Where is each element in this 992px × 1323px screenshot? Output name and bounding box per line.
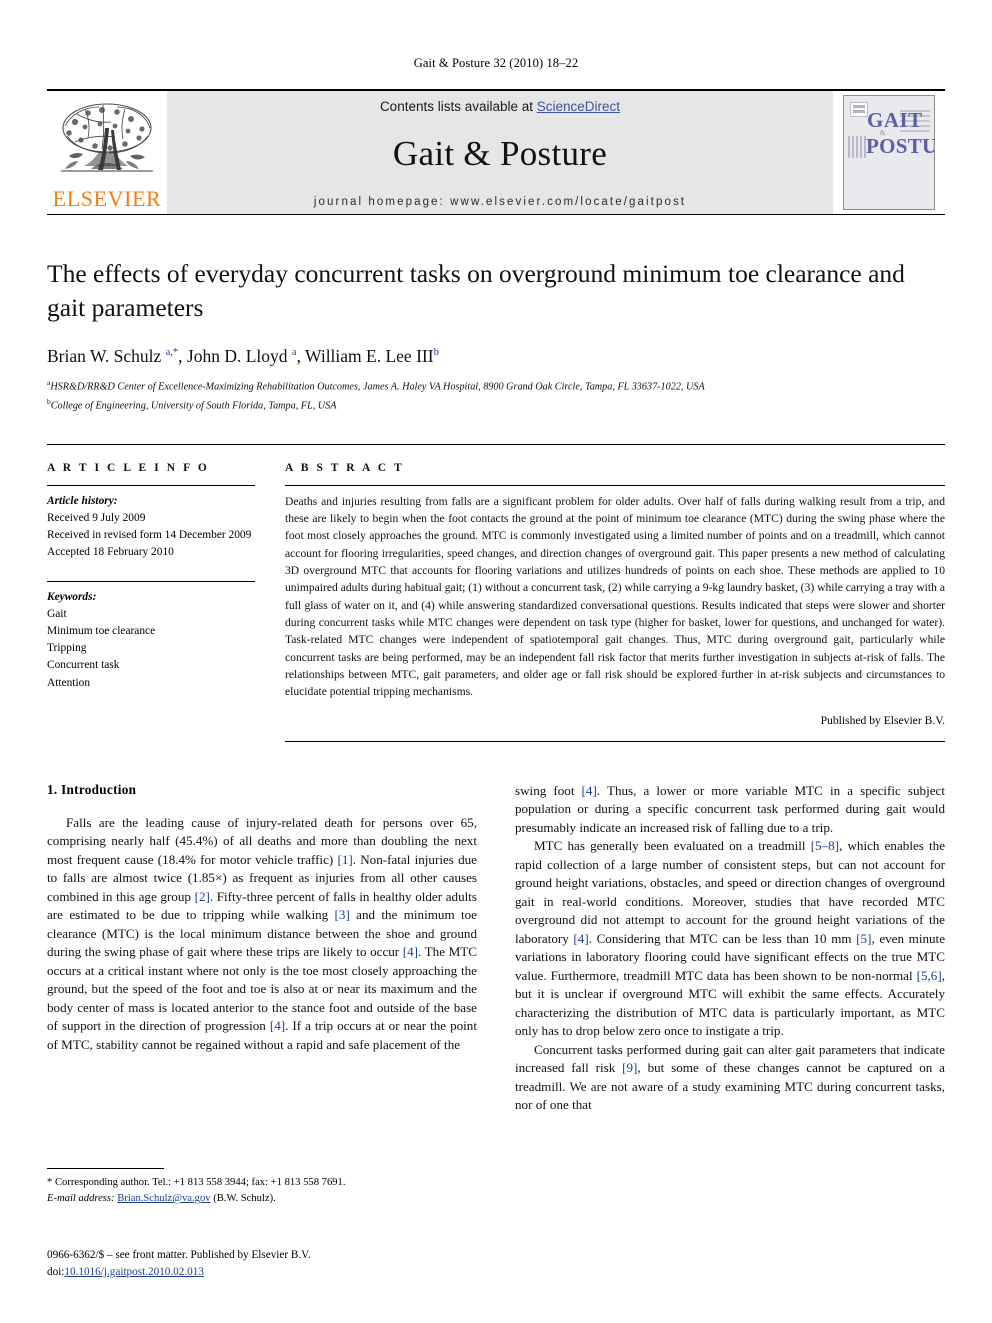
contents-prefix: Contents lists available at — [379, 98, 537, 114]
keyword-item: Attention — [47, 676, 91, 689]
intro-paragraph-2: swing foot [4]. Thus, a lower or more va… — [515, 782, 946, 835]
paper-title: The effects of everyday concurrent tasks… — [47, 259, 905, 322]
abstract-published-by: Published by Elsevier B.V. — [820, 713, 945, 727]
article-info-rule-top — [47, 484, 255, 486]
history-received: Received 9 July 2009 — [47, 511, 146, 524]
abstract-text: Deaths and injuries resulting from falls… — [285, 494, 945, 699]
article-first-page: Gait & Posture 32 (2010) 18–22 ELSEVIER … — [0, 0, 992, 1323]
info-abstract-region: A R T I C L E I N F O Article history: R… — [47, 443, 945, 742]
cover-title-posture: POSTURE — [866, 134, 935, 158]
elsevier-wordmark: ELSEVIER — [52, 186, 162, 211]
email-label: E-mail address: — [47, 1193, 115, 1205]
doi-label: doi: — [47, 1265, 65, 1278]
journal-cover-thumbnail: GAIT & POSTURE — [843, 95, 935, 210]
sciencedirect-link[interactable]: ScienceDirect — [537, 99, 620, 114]
elsevier-tree-icon — [55, 100, 159, 188]
author-list: Brian W. Schulz a,*, John D. Lloyd a, Wi… — [47, 345, 439, 366]
affiliation-a-text: HSR&D/RR&D Center of Excellence-Maximizi… — [50, 381, 705, 393]
corresponding-author-note: * Corresponding author. Tel.: +1 813 558… — [47, 1177, 346, 1188]
intro-paragraph-4: Concurrent tasks performed during gait c… — [515, 1041, 945, 1113]
affiliation-b: bCollege of Engineering, University of S… — [47, 396, 945, 414]
keyword-item: Gait — [47, 608, 67, 621]
body-column-left: 1. Introduction Falls are the leading ca… — [47, 782, 477, 1115]
cover-elsevier-icon — [850, 102, 868, 117]
doi-link[interactable]: 10.1016/j.gaitpost.2010.02.013 — [64, 1266, 204, 1278]
article-info-column: A R T I C L E I N F O Article history: R… — [47, 462, 285, 742]
affiliation-a: aHSR&D/RR&D Center of Excellence-Maximiz… — [47, 377, 945, 395]
journal-masthead: ELSEVIER Contents lists available at Sci… — [47, 89, 945, 215]
running-head: Gait & Posture 32 (2010) 18–22 — [413, 56, 579, 70]
cover-decorative-bars-left — [848, 136, 866, 158]
article-info-heading: A R T I C L E I N F O — [47, 461, 210, 474]
affiliation-b-text: College of Engineering, University of So… — [50, 400, 337, 412]
author-email-link[interactable]: Brian.Schulz@va.gov — [117, 1193, 210, 1204]
intro-paragraph-1: Falls are the leading cause of injury-re… — [47, 814, 477, 1052]
journal-title: Gait & Posture — [392, 133, 608, 173]
abstract-rule-bottom — [285, 740, 945, 742]
history-revised: Received in revised form 14 December 200… — [47, 528, 252, 541]
keyword-item: Tripping — [47, 642, 87, 655]
journal-cover-cell: GAIT & POSTURE — [833, 91, 945, 214]
abstract-heading: A B S T R A C T — [285, 461, 405, 474]
email-suffix: (B.W. Schulz). — [213, 1193, 276, 1205]
elsevier-logo-cell: ELSEVIER — [47, 91, 167, 214]
keyword-item: Concurrent task — [47, 659, 120, 672]
article-info-rule-mid — [47, 581, 255, 583]
journal-homepage-line[interactable]: journal homepage: www.elsevier.com/locat… — [314, 196, 686, 208]
doi-line: doi:10.1016/j.gaitpost.2010.02.013 — [47, 1264, 507, 1281]
abstract-rule-top — [285, 484, 945, 486]
intro-paragraph-3: MTC has generally been evaluated on a tr… — [515, 838, 946, 1039]
keywords-label: Keywords: — [47, 591, 97, 604]
cover-title-gait: GAIT — [867, 108, 923, 132]
issn-doi-block: 0966-6362/$ – see front matter. Publishe… — [47, 1247, 507, 1281]
title-block: The effects of everyday concurrent tasks… — [47, 257, 945, 414]
body-column-right: swing foot [4]. Thus, a lower or more va… — [515, 782, 945, 1115]
masthead-center: Contents lists available at ScienceDirec… — [167, 91, 833, 214]
contents-available-line: Contents lists available at ScienceDirec… — [380, 99, 620, 114]
abstract-column: A B S T R A C T Deaths and injuries resu… — [285, 462, 945, 742]
issn-front-matter: 0966-6362/$ – see front matter. Publishe… — [47, 1249, 311, 1261]
article-history-label: Article history: — [47, 494, 118, 507]
history-accepted: Accepted 18 February 2010 — [47, 545, 174, 558]
keyword-item: Minimum toe clearance — [47, 625, 156, 638]
body-two-column: 1. Introduction Falls are the leading ca… — [47, 782, 945, 1115]
section-heading-introduction: 1. Introduction — [47, 781, 137, 797]
email-note: E-mail address: Brian.Schulz@va.gov (B.W… — [47, 1191, 451, 1207]
footnote-block: * Corresponding author. Tel.: +1 813 558… — [47, 1168, 451, 1207]
footnote-rule — [47, 1168, 164, 1169]
